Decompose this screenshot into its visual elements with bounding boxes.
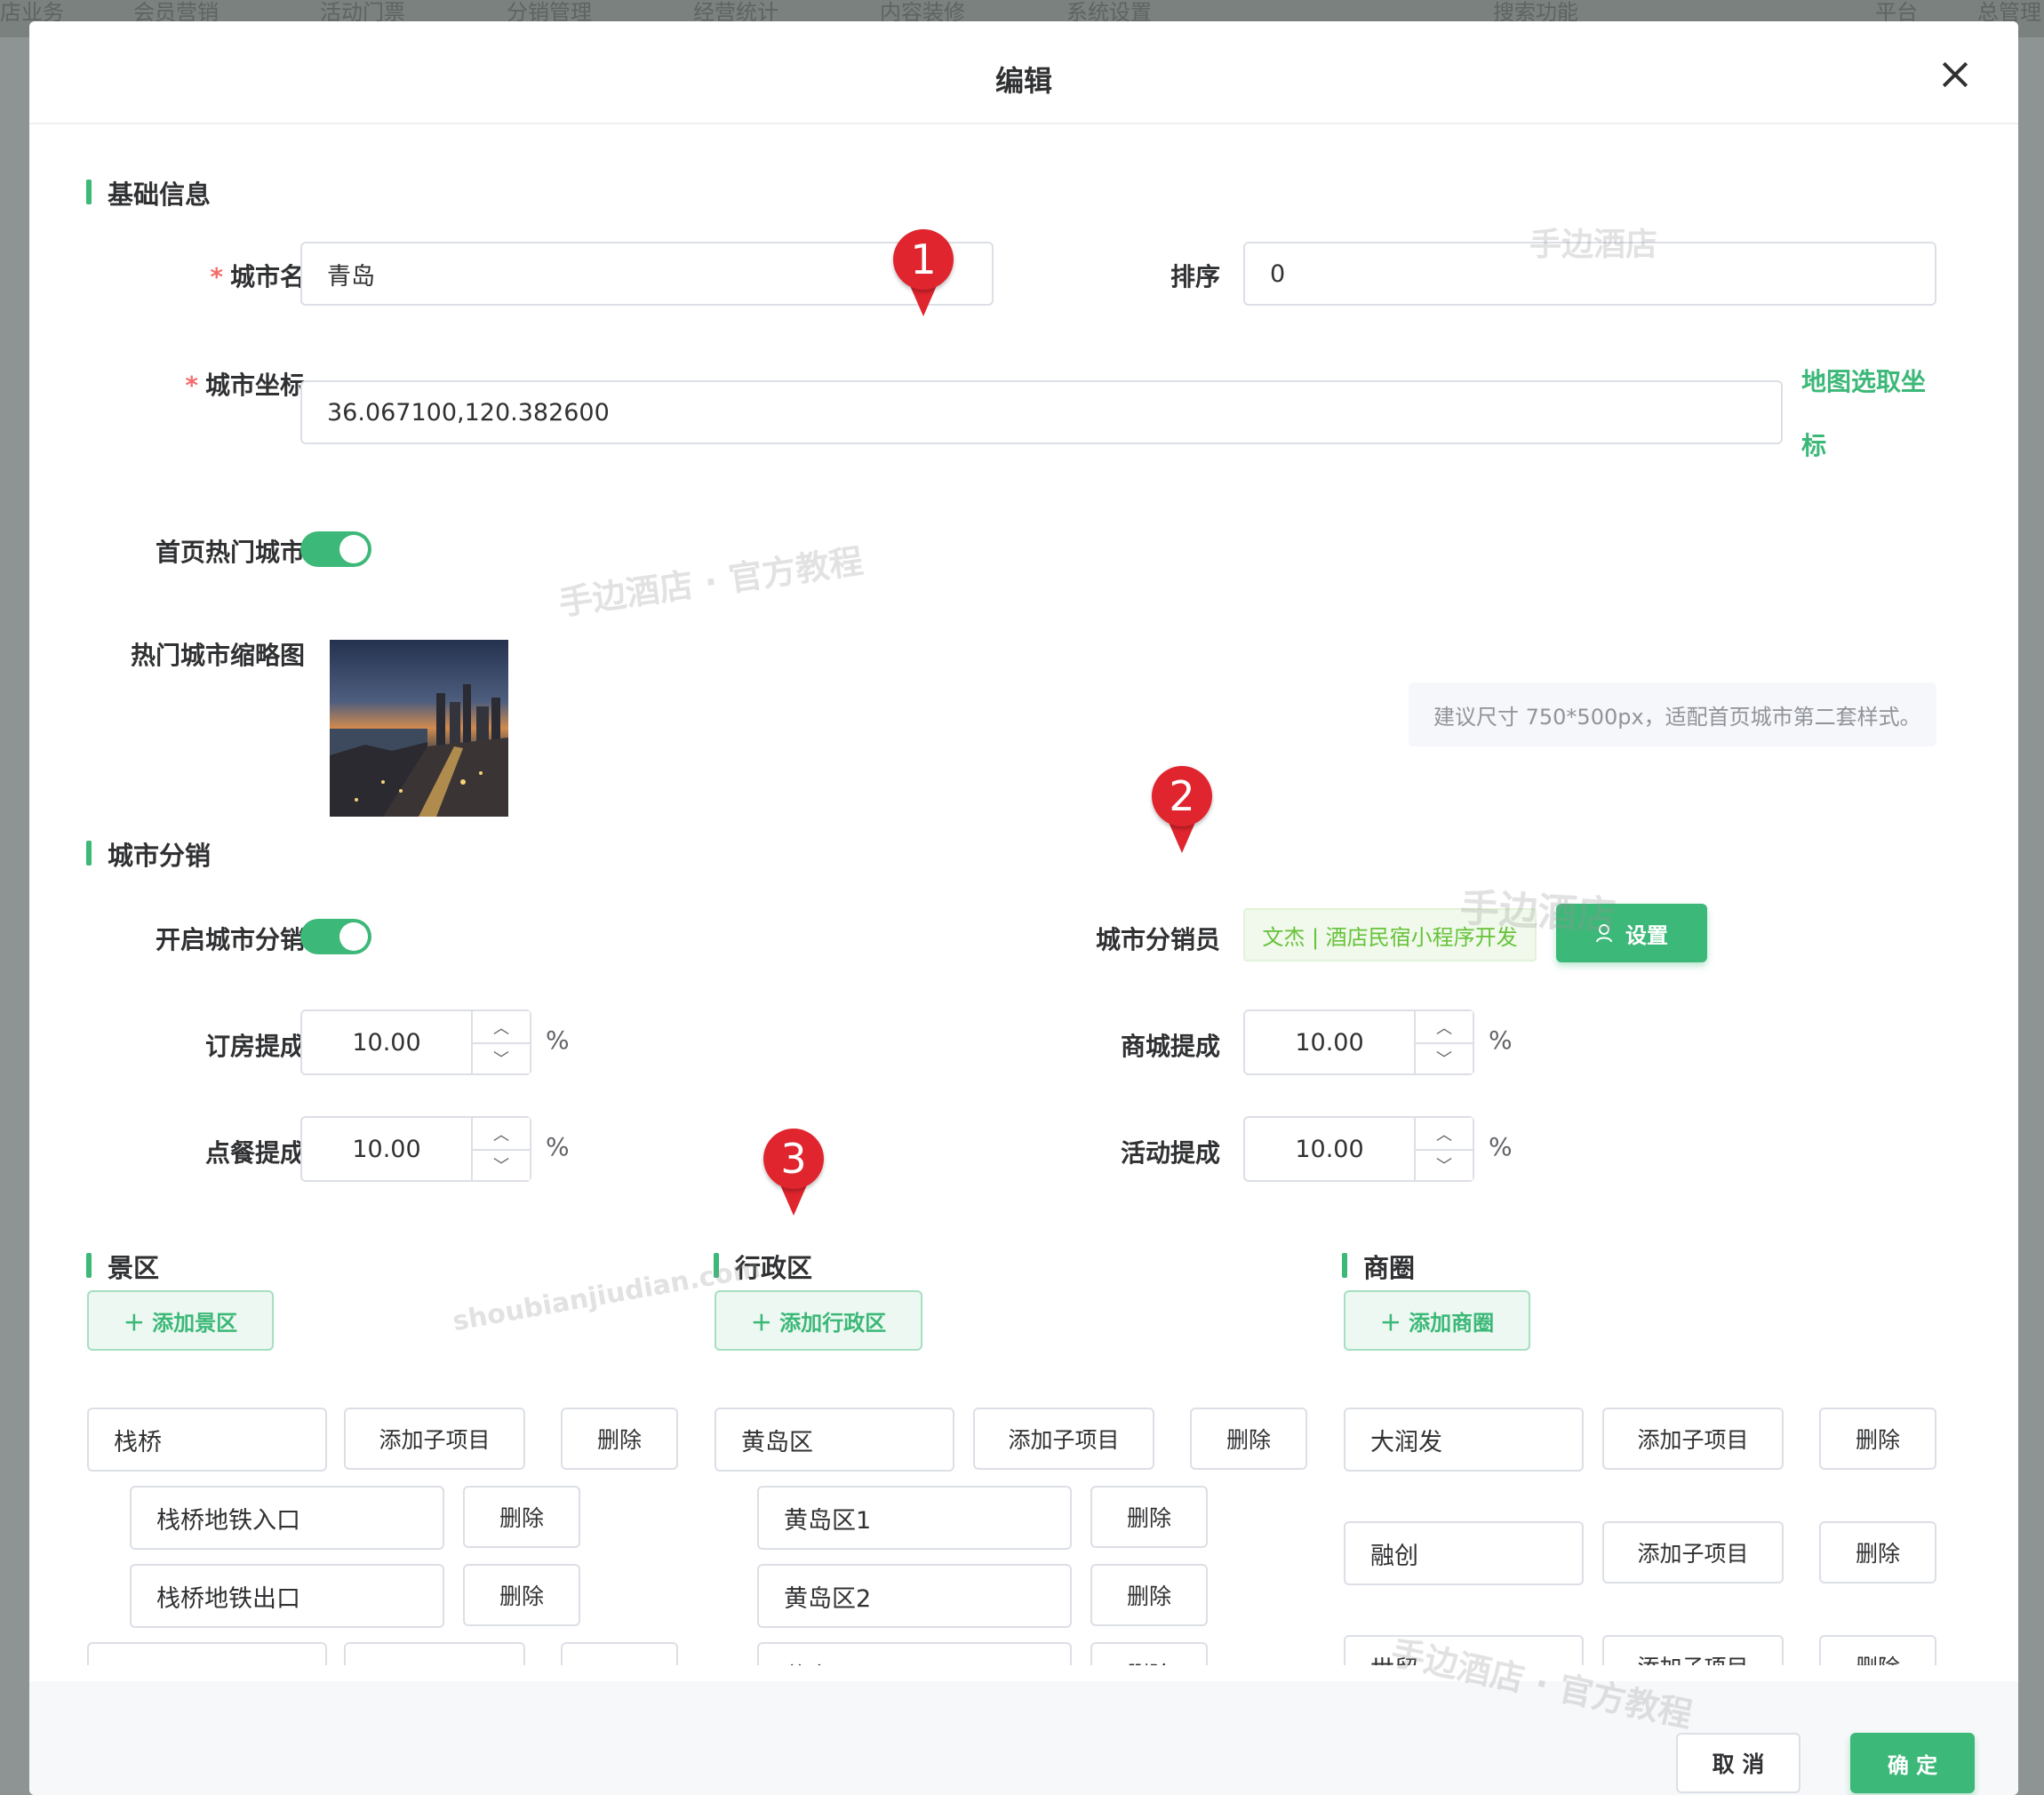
increase-icon[interactable]: ︿ — [1416, 1011, 1473, 1044]
commission-stepper-room[interactable]: 10.00 ︿ ﹀ — [300, 1009, 531, 1075]
scenic-item-input[interactable] — [87, 1642, 327, 1665]
close-icon[interactable] — [1937, 57, 1973, 92]
city-name-input[interactable]: 青岛 — [300, 242, 994, 306]
decrease-icon[interactable]: ﹀ — [473, 1149, 530, 1180]
commission-value: 10.00 — [352, 1135, 421, 1163]
commission-label-mall: 商城提成 — [1120, 1032, 1220, 1061]
increase-icon[interactable]: ︿ — [473, 1118, 530, 1151]
increase-icon[interactable]: ︿ — [1416, 1118, 1473, 1151]
district-child-input[interactable]: 黄岛区1 — [757, 1486, 1072, 1550]
decrease-icon[interactable]: ﹀ — [1416, 1042, 1473, 1073]
section-business-circles: 商圈 — [1342, 1248, 1415, 1285]
hot-city-switch[interactable] — [300, 531, 371, 567]
delete-button[interactable]: 删除 — [1819, 1521, 1936, 1584]
watermark: 手边酒店 — [1458, 885, 1617, 939]
percent-unit: % — [546, 1132, 570, 1161]
scenic-child-input[interactable]: 栈桥地铁入口 — [130, 1486, 444, 1550]
commission-label-room: 订房提成 — [204, 1032, 305, 1061]
city-coords-input[interactable]: 36.067100,120.382600 — [300, 380, 1783, 444]
add-child-button[interactable]: 添加子项目 — [1602, 1408, 1784, 1470]
annotation-pin-2: 2 — [1152, 766, 1212, 855]
map-pick-link[interactable]: 地图选取坐 标 — [1801, 350, 1926, 478]
decrease-icon[interactable]: ﹀ — [473, 1042, 530, 1073]
enable-dist-label: 开启城市分销 — [155, 925, 305, 954]
delete-button[interactable]: 删除 — [463, 1564, 580, 1626]
edit-dialog: 编辑 基础信息 * 城市名 青岛 排序 0 * 城市坐标 36.067100,120… — [29, 21, 2018, 1795]
region-lists: 栈桥 添加子项目 删除 栈桥地铁入口 删除 栈桥地铁出口 删除 黄岛区 添加子项… — [29, 1354, 2018, 1665]
distributor-label: 城市分销员 — [1095, 925, 1220, 954]
delete-button[interactable]: 删除 — [1819, 1635, 1936, 1665]
commission-stepper-food[interactable]: 10.00 ︿ ﹀ — [300, 1116, 531, 1182]
district-item-input[interactable]: 黄岛区 — [715, 1408, 954, 1472]
add-child-button[interactable]: 添加子项目 — [1602, 1521, 1784, 1584]
add-child-button[interactable]: 添加子项目 — [973, 1408, 1154, 1470]
percent-unit: % — [1489, 1132, 1513, 1161]
district-child-input[interactable]: 黄岛区3 — [757, 1642, 1072, 1665]
scenic-item-input[interactable]: 栈桥 — [87, 1408, 327, 1472]
commission-value: 10.00 — [1295, 1135, 1364, 1163]
increase-icon[interactable]: ︿ — [473, 1011, 530, 1044]
add-district-button[interactable]: ＋ 添加行政区 — [715, 1290, 922, 1351]
section-scenic-areas: 景区 — [86, 1248, 159, 1285]
percent-unit: % — [546, 1025, 570, 1055]
delete-button[interactable]: 删除 — [1090, 1564, 1208, 1626]
commission-stepper-mall[interactable]: 10.00 ︿ ﹀ — [1243, 1009, 1474, 1075]
scenic-child-input[interactable]: 栈桥地铁出口 — [130, 1564, 444, 1628]
city-thumbnail-image[interactable] — [330, 640, 508, 817]
dialog-title: 编辑 — [994, 64, 1052, 98]
section-basic-info: 基础信息 — [86, 174, 211, 211]
add-child-button[interactable]: 添加子项目 — [344, 1408, 525, 1470]
watermark: 手边酒店 · 官方教程 — [556, 541, 866, 623]
delete-button[interactable]: 删除 — [1090, 1642, 1208, 1665]
delete-button[interactable] — [561, 1642, 678, 1665]
city-name-label: * 城市名 — [210, 262, 305, 291]
commission-stepper-activity[interactable]: 10.00 ︿ ﹀ — [1243, 1116, 1474, 1182]
city-coords-label: * 城市坐标 — [185, 371, 305, 400]
business-item-input[interactable]: 大润发 — [1344, 1408, 1584, 1472]
decrease-icon[interactable]: ﹀ — [1416, 1149, 1473, 1180]
thumb-size-hint: 建议尺寸 750*500px，适配首页城市第二套样式。 — [1409, 682, 1936, 746]
hot-city-label: 首页热门城市 — [155, 538, 305, 567]
delete-button[interactable]: 删除 — [1190, 1408, 1307, 1470]
district-child-input[interactable]: 黄岛区2 — [757, 1564, 1072, 1628]
commission-value: 10.00 — [352, 1028, 421, 1057]
business-item-input[interactable]: 融创 — [1344, 1521, 1584, 1585]
delete-button[interactable]: 删除 — [463, 1486, 580, 1548]
enable-dist-switch[interactable] — [300, 919, 371, 954]
percent-unit: % — [1489, 1025, 1513, 1055]
confirm-button[interactable]: 确 定 — [1850, 1733, 1975, 1793]
add-child-button[interactable] — [344, 1642, 525, 1665]
delete-button[interactable]: 删除 — [1819, 1408, 1936, 1470]
add-child-button[interactable]: 添加子项目 — [1602, 1635, 1784, 1665]
delete-button[interactable]: 删除 — [1090, 1486, 1208, 1548]
commission-label-activity: 活动提成 — [1120, 1138, 1220, 1168]
dialog-footer: 取 消 确 定 — [29, 1681, 2018, 1795]
thumb-label: 热门城市缩略图 — [130, 641, 305, 670]
annotation-pin-3: 3 — [763, 1129, 824, 1217]
sort-label: 排序 — [1170, 262, 1220, 291]
section-city-distribution: 城市分销 — [86, 835, 211, 873]
add-business-circle-button[interactable]: ＋ 添加商圈 — [1344, 1290, 1530, 1351]
dialog-header: 编辑 — [29, 21, 2018, 124]
commission-label-food: 点餐提成 — [204, 1138, 305, 1168]
cancel-button[interactable]: 取 消 — [1676, 1733, 1800, 1793]
watermark: 手边酒店 — [1529, 227, 1658, 263]
add-scenic-button[interactable]: ＋ 添加景区 — [87, 1290, 274, 1351]
annotation-pin-1: 1 — [893, 229, 954, 318]
delete-button[interactable]: 删除 — [561, 1408, 678, 1470]
commission-value: 10.00 — [1295, 1028, 1364, 1057]
